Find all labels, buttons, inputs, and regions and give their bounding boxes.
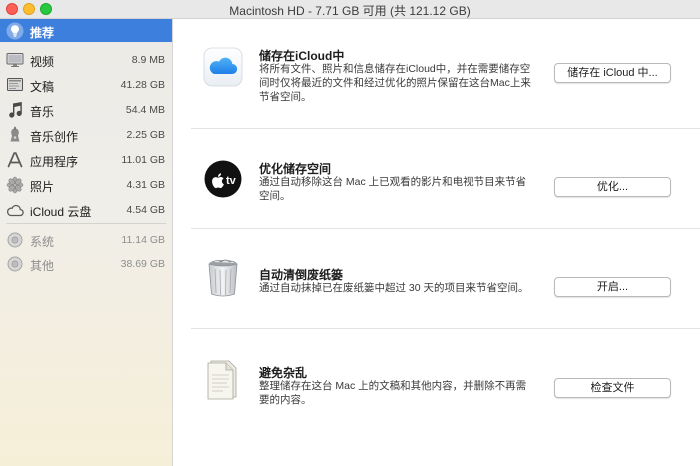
document-review-icon xyxy=(203,357,243,400)
sidebar-item-photos[interactable]: 照片 4.31 GB xyxy=(0,173,172,197)
window-title: Macintosh HD - 7.71 GB 可用 (共 121.12 GB) xyxy=(229,4,471,18)
sidebar-item-documents[interactable]: 文稿 41.28 GB xyxy=(0,73,172,97)
sidebar-item-size: 2.25 GB xyxy=(126,129,165,141)
lightbulb-icon xyxy=(6,22,24,40)
storage-management-window: Macintosh HD - 7.71 GB 可用 (共 121.12 GB) … xyxy=(0,0,700,466)
sidebar-item-size: 8.9 MB xyxy=(131,54,165,66)
sidebar-item-size: 54.4 MB xyxy=(125,104,165,116)
music-creation-icon xyxy=(6,126,24,144)
sidebar-item-videos[interactable]: 视频 8.9 MB xyxy=(0,48,172,72)
sidebar-item-label: 文稿 xyxy=(30,80,55,94)
icloud-icon xyxy=(203,47,243,87)
recommendation-description: 将所有文件、照片和信息储存在iCloud中，并在需要储存空间时仅将最近的文件和经… xyxy=(259,63,531,103)
sidebar-item-size: 41.28 GB xyxy=(120,79,165,91)
sidebar-item-size: 11.14 GB xyxy=(121,234,165,246)
sidebar-item-label: 照片 xyxy=(30,180,55,194)
music-note-icon xyxy=(6,101,24,119)
sidebar-item-size: 11.01 GB xyxy=(121,154,165,166)
sidebar: 推荐 视频 8.9 MB 文稿 41.28 GB 音乐 54.4 MB 音乐创作… xyxy=(0,19,173,466)
sidebar-item-system[interactable]: 系统 11.14 GB xyxy=(0,228,172,252)
sidebar-divider xyxy=(6,223,166,224)
sidebar-item-music[interactable]: 音乐 54.4 MB xyxy=(0,98,172,122)
sidebar-item-size: 4.54 GB xyxy=(126,204,165,216)
cloud-icon xyxy=(6,201,24,219)
title-bar: Macintosh HD - 7.71 GB 可用 (共 121.12 GB) xyxy=(0,0,700,19)
trash-icon xyxy=(203,257,243,297)
sidebar-item-size: 38.69 GB xyxy=(120,258,165,270)
sidebar-item-label: 音乐创作 xyxy=(30,130,79,144)
sidebar-item-label: 视频 xyxy=(30,55,55,69)
sidebar-item-label: 系统 xyxy=(30,235,55,249)
sidebar-item-label: 其他 xyxy=(30,259,55,273)
apple-tv-icon: tv xyxy=(203,159,243,199)
photos-icon xyxy=(6,176,24,194)
sidebar-item-label: iCloud 云盘 xyxy=(30,205,92,219)
sidebar-item-label: 应用程序 xyxy=(30,155,79,169)
recommendation-description: 通过自动抹掉已在废纸篓中超过 30 天的项目来节省空间。 xyxy=(259,282,529,294)
recommendations-panel: 储存在iCloud中 将所有文件、照片和信息储存在iCloud中，并在需要储存空… xyxy=(173,19,700,466)
monitor-icon xyxy=(6,51,24,69)
recommendation-optimize-storage: tv 优化储存空间 通过自动移除这台 Mac 上已观看的影片和电视节目来节省空间… xyxy=(173,129,700,228)
sidebar-item-icloud-drive[interactable]: iCloud 云盘 4.54 GB xyxy=(0,198,172,222)
app-store-icon xyxy=(6,151,24,169)
document-icon xyxy=(6,76,24,94)
apple-tv-icon-text: tv xyxy=(226,175,237,187)
sidebar-item-label: 音乐 xyxy=(30,105,55,119)
recommendation-description: 通过自动移除这台 Mac 上已观看的影片和电视节目来节省空间。 xyxy=(259,176,527,202)
recommendation-reduce-clutter: 避免杂乱 整理储存在这台 Mac 上的文稿和其他内容，并删除不再需要的内容。 检… xyxy=(173,329,700,428)
system-disc-icon xyxy=(6,231,24,249)
other-disc-icon xyxy=(6,255,24,273)
turn-on-button[interactable]: 开启... xyxy=(554,277,671,297)
sidebar-item-recommendations[interactable]: 推荐 xyxy=(0,19,172,42)
sidebar-item-size: 4.31 GB xyxy=(126,179,165,191)
recommendation-empty-trash: 自动清倒废纸篓 通过自动抹掉已在废纸篓中超过 30 天的项目来节省空间。 开启.… xyxy=(173,229,700,328)
recommendation-description: 整理储存在这台 Mac 上的文稿和其他内容，并删除不再需要的内容。 xyxy=(259,380,527,406)
optimize-button[interactable]: 优化... xyxy=(554,177,671,197)
sidebar-item-label: 推荐 xyxy=(30,26,55,40)
review-files-button[interactable]: 检查文件 xyxy=(554,378,671,398)
sidebar-item-music-creation[interactable]: 音乐创作 2.25 GB xyxy=(0,123,172,147)
store-in-icloud-button[interactable]: 储存在 iCloud 中... xyxy=(554,63,671,83)
recommendation-icloud: 储存在iCloud中 将所有文件、照片和信息储存在iCloud中，并在需要储存空… xyxy=(173,35,700,134)
sidebar-item-applications[interactable]: 应用程序 11.01 GB xyxy=(0,148,172,172)
sidebar-item-other[interactable]: 其他 38.69 GB xyxy=(0,252,172,276)
